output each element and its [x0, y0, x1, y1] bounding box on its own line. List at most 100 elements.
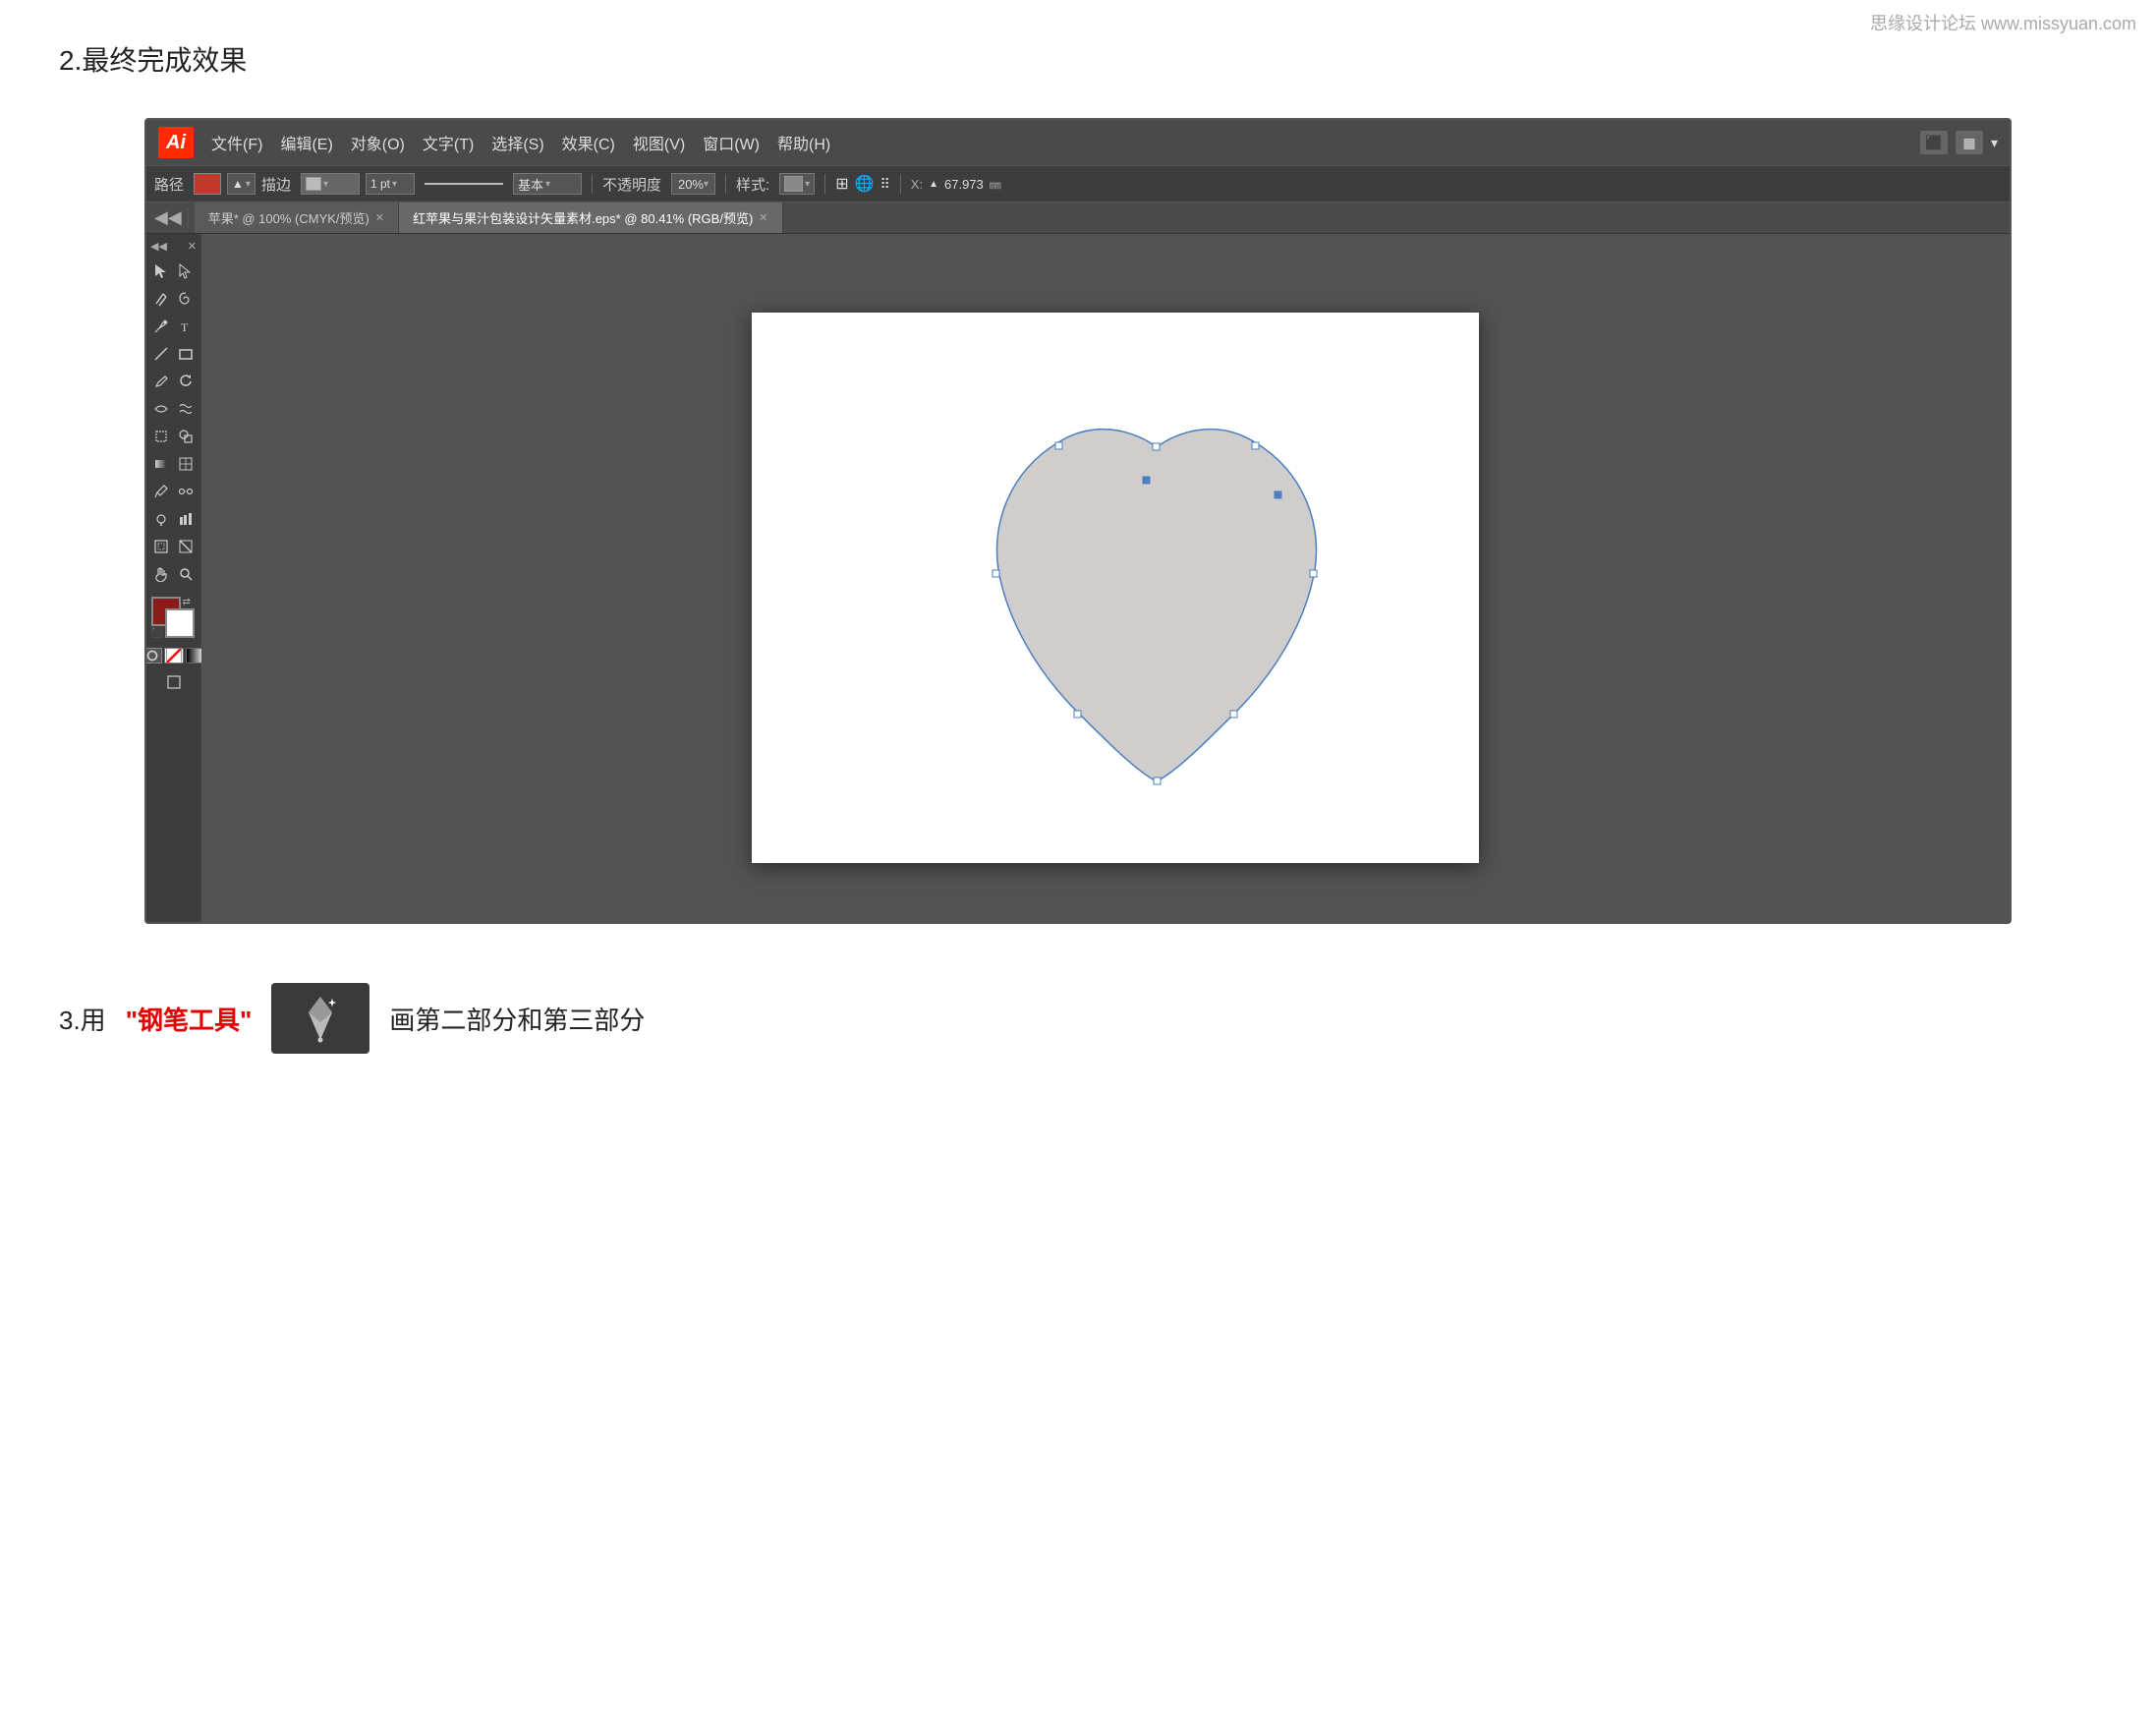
- tool-bar-chart[interactable]: [175, 506, 198, 532]
- tool-row-10: [150, 506, 197, 532]
- menu-edit[interactable]: 编辑(E): [280, 131, 332, 154]
- toolbar-fill-swatch[interactable]: [194, 173, 221, 195]
- toolbar-sep-3: [824, 174, 825, 194]
- tool-mesh[interactable]: [175, 451, 198, 477]
- tool-hand[interactable]: [150, 561, 173, 587]
- tool-magic-wand[interactable]: [150, 286, 173, 312]
- tool-swap-colors[interactable]: ⇄: [183, 597, 197, 610]
- tabs-divider: [188, 208, 189, 228]
- pen-tool-icon-box: [271, 983, 369, 1054]
- tool-blend[interactable]: [175, 479, 198, 504]
- tool-row-9: [150, 479, 197, 504]
- toolbar-align-icons: ⠿: [880, 176, 890, 193]
- tool-extra-row: [161, 669, 187, 695]
- pen-tool-icon-svg: [295, 993, 346, 1044]
- ai-canvas-area: [201, 234, 2010, 922]
- tab-eps-close[interactable]: ✕: [759, 211, 767, 224]
- section2-prefix: 3.用: [59, 1001, 106, 1037]
- tool-eyedropper[interactable]: [150, 479, 173, 504]
- tool-zoom[interactable]: [175, 561, 198, 587]
- tool-row-7: [150, 424, 197, 449]
- tool-freetransform[interactable]: [150, 424, 173, 449]
- tools-collapse-close[interactable]: ✕: [188, 240, 197, 253]
- ai-main: ◀◀ ✕: [146, 234, 2010, 922]
- tool-lasso[interactable]: [175, 286, 198, 312]
- toolbar-stroke-label: 描边: [261, 174, 291, 195]
- menu-icon-1[interactable]: ⬛: [1920, 131, 1948, 154]
- toolbar-path-label: 路径: [154, 174, 184, 195]
- tools-collapse-row: ◀◀ ✕: [150, 240, 197, 253]
- tool-row-11: [150, 534, 197, 559]
- menu-object[interactable]: 对象(O): [351, 131, 405, 154]
- ai-tabs: ◀◀ 苹果* @ 100% (CMYK/预览) ✕ 红苹果与果汁包装设计矢量素材…: [146, 202, 2010, 234]
- tab-eps[interactable]: 红苹果与果汁包装设计矢量素材.eps* @ 80.41% (RGB/预览) ✕: [399, 202, 782, 233]
- tool-rect[interactable]: [175, 341, 198, 367]
- menu-view[interactable]: 视图(V): [633, 131, 685, 154]
- menu-effect[interactable]: 效果(C): [562, 131, 615, 154]
- menu-text[interactable]: 文字(T): [423, 131, 474, 154]
- section2-highlight: "钢笔工具": [126, 1001, 253, 1037]
- toolbar-sep-2: [725, 174, 726, 194]
- toolbar-grid-icon: ⊞: [835, 174, 848, 194]
- tool-default-colors[interactable]: ⬛: [151, 628, 165, 642]
- tools-collapse-left[interactable]: ◀◀: [150, 240, 167, 253]
- toolbar-opacity-value[interactable]: 20% ▾: [671, 173, 715, 195]
- tool-selection[interactable]: [150, 259, 173, 284]
- tool-mode-row: [144, 648, 205, 663]
- tool-row-12: [150, 561, 197, 587]
- tool-row-5: [150, 369, 197, 394]
- tool-symbol-spray[interactable]: [150, 506, 173, 532]
- tool-row-4: [150, 341, 197, 367]
- menu-dropdown-arrow[interactable]: ▾: [1991, 135, 1998, 151]
- tool-stroke-color[interactable]: [165, 608, 195, 638]
- section2-suffix: 画第二部分和第三部分: [389, 1001, 645, 1037]
- tab-apple-close[interactable]: ✕: [375, 211, 384, 224]
- ai-menubar: Ai 文件(F) 编辑(E) 对象(O) 文字(T) 选择(S) 效果(C) 视…: [146, 120, 2010, 165]
- menu-file[interactable]: 文件(F): [211, 131, 262, 154]
- ai-artboard: [752, 313, 1479, 863]
- toolbar-style-box[interactable]: ▾: [779, 173, 815, 195]
- tool-artboard[interactable]: [150, 534, 173, 559]
- tool-pen[interactable]: [150, 314, 173, 339]
- tool-change-screen[interactable]: [161, 669, 187, 695]
- tool-color-mode[interactable]: [144, 648, 162, 663]
- tool-direct-selection[interactable]: [175, 259, 198, 284]
- tool-gradient[interactable]: [150, 451, 173, 477]
- menu-window[interactable]: 窗口(W): [703, 131, 760, 154]
- tool-color-area: ⬛ ⇄: [151, 597, 197, 642]
- tool-rotate[interactable]: [175, 369, 198, 394]
- toolbar-earth-icon: 🌐: [855, 174, 875, 194]
- tool-row-2: [150, 286, 197, 312]
- tool-pencil[interactable]: [150, 369, 173, 394]
- menu-help[interactable]: 帮助(H): [777, 131, 830, 154]
- ai-logo: Ai: [158, 127, 194, 158]
- watermark: 思缘设计论坛 www.missyuan.com: [1870, 10, 2136, 35]
- menu-icons: ⬛ ▦ ▾: [1920, 131, 1998, 154]
- apple-shape: [950, 388, 1363, 801]
- menu-select[interactable]: 选择(S): [491, 131, 543, 154]
- tool-shapebuilder[interactable]: [175, 424, 198, 449]
- tool-row-3: T: [150, 314, 197, 339]
- tool-warp[interactable]: [175, 396, 198, 422]
- tool-slice[interactable]: [175, 534, 198, 559]
- tool-type[interactable]: T: [175, 314, 198, 339]
- ai-toolbar: 路径 ▲ ▾ 描边 ▾ 1 pt ▾ 基本 ▾ 不透明度: [146, 165, 2010, 202]
- menu-icon-2[interactable]: ▦: [1956, 131, 1983, 154]
- toolbar-sep-1: [592, 174, 593, 194]
- toolbar-stroke-width[interactable]: 1 pt ▾: [366, 173, 415, 195]
- toolbar-coord-x: X:: [911, 177, 923, 192]
- tool-width[interactable]: [150, 396, 173, 422]
- bottom-section: 3.用 "钢笔工具" 画第二部分和第三部分: [59, 983, 2097, 1054]
- tool-none-mode[interactable]: [164, 648, 184, 663]
- toolbar-stroke-type[interactable]: 基本 ▾: [513, 173, 582, 195]
- tool-line[interactable]: [150, 341, 173, 367]
- toolbar-x-up[interactable]: ▲: [929, 179, 938, 190]
- tab-apple[interactable]: 苹果* @ 100% (CMYK/预览) ✕: [195, 202, 399, 233]
- toolbar-sep-4: [900, 174, 901, 194]
- toolbar-stroke-color[interactable]: ▾: [301, 173, 360, 195]
- ai-tools: ◀◀ ✕: [146, 234, 201, 922]
- tabs-collapse[interactable]: ◀◀: [154, 207, 182, 228]
- toolbar-coord-value: 67.973: [944, 177, 984, 192]
- section1-title: 2.最终完成效果: [59, 39, 2097, 79]
- toolbar-fill-dropdown[interactable]: ▲ ▾: [227, 173, 255, 195]
